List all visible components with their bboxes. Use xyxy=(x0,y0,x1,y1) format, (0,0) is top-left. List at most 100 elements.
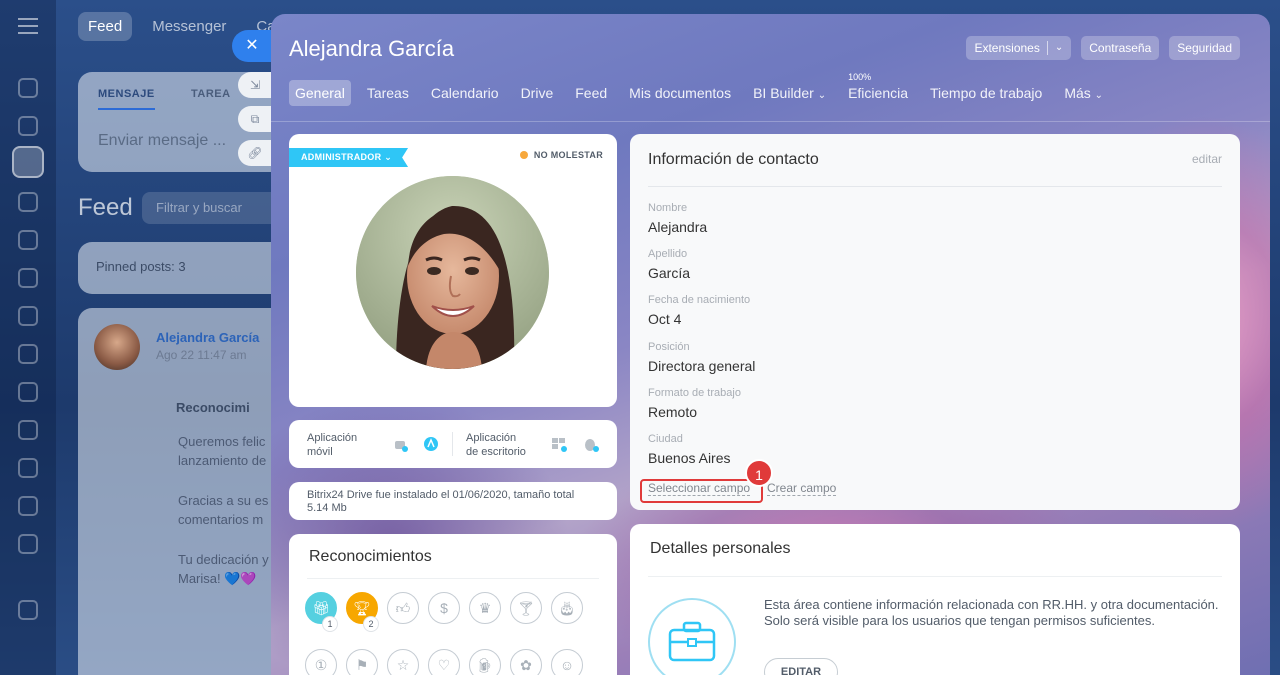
feed-post: Alejandra García Ago 22 11:47 am Reconoc… xyxy=(78,308,298,675)
chevron-down-icon[interactable]: ⌄ xyxy=(1055,36,1063,60)
status-indicator[interactable]: NO MOLESTAR xyxy=(519,150,603,160)
rail-icon[interactable] xyxy=(18,534,38,554)
recognitions-title: Reconocimientos xyxy=(309,548,432,565)
profile-title: Alejandra García xyxy=(289,36,455,61)
drive-info-card: Bitrix24 Drive fue instalado el 01/06/20… xyxy=(289,482,617,520)
rail-icon[interactable] xyxy=(18,344,38,364)
open-new-window-button[interactable]: ⧉ xyxy=(238,106,272,132)
apps-card: Aplicación móvil Aplicación de escritorio xyxy=(289,420,617,468)
smile-badge-icon[interactable]: ☺ xyxy=(551,649,583,675)
heart-badge-icon[interactable]: ♡ xyxy=(428,649,460,675)
windows-icon[interactable] xyxy=(551,436,567,452)
field-label: Posición xyxy=(648,341,690,353)
field-label: Nombre xyxy=(648,202,688,214)
tab-documents[interactable]: Mis documentos xyxy=(623,80,737,106)
tab-feed[interactable]: Feed xyxy=(569,80,613,106)
tab-messenger[interactable]: Messenger xyxy=(142,12,236,41)
field-value: Oct 4 xyxy=(648,311,682,327)
edit-contact-link[interactable]: editar xyxy=(1192,152,1222,166)
rail-icon[interactable] xyxy=(18,306,38,326)
status-label: NO MOLESTAR xyxy=(533,150,603,160)
tab-tasks[interactable]: Tareas xyxy=(361,80,415,106)
thumbs-up-badge-icon[interactable]: 👍︎ xyxy=(387,592,419,624)
edit-personal-button[interactable]: EDITAR xyxy=(764,658,838,675)
post-line: lanzamiento de xyxy=(178,453,267,468)
field-value: Directora general xyxy=(648,358,756,374)
create-field-link[interactable]: Crear campo xyxy=(767,482,837,496)
pinned-posts-label: Pinned posts: 3 xyxy=(96,259,186,274)
rail-mail-icon[interactable] xyxy=(18,382,38,402)
personal-details-card: Detalles personales Esta área contiene i… xyxy=(630,524,1240,675)
briefcase-icon xyxy=(648,598,736,675)
composer-input[interactable]: Enviar mensaje ... xyxy=(98,132,226,150)
rail-icon[interactable] xyxy=(18,78,38,98)
tab-calendar[interactable]: Calendario xyxy=(425,80,505,106)
rail-icon[interactable] xyxy=(18,458,38,478)
personal-details-text: Esta área contiene información relaciona… xyxy=(764,597,1219,628)
flower-badge-icon[interactable]: ✿ xyxy=(510,649,542,675)
role-badge[interactable]: ADMINISTRADOR ⌄ xyxy=(289,148,409,167)
rail-icon[interactable] xyxy=(18,420,38,440)
money-bag-badge-icon[interactable]: $ xyxy=(428,592,460,624)
efficiency-value: 100% xyxy=(848,72,872,82)
post-line: comentarios m xyxy=(178,512,264,527)
post-line: Tu dedicación y xyxy=(178,552,269,567)
extensions-label: Extensiones xyxy=(974,41,1040,55)
rail-icon[interactable] xyxy=(18,192,38,212)
cake-badge-icon[interactable]: 🎂︎ xyxy=(551,592,583,624)
star-badge-icon[interactable]: ☆ xyxy=(387,649,419,675)
extensions-button[interactable]: Extensiones ⌄ xyxy=(966,36,1072,60)
rail-calendar-icon[interactable] xyxy=(18,230,38,250)
tab-bi-builder[interactable]: BI Builder ⌄ xyxy=(747,80,832,106)
role-badge-label: ADMINISTRADOR xyxy=(301,152,382,162)
external-link-icon: ⧉ xyxy=(250,112,260,126)
close-slider-button[interactable]: ✕ xyxy=(232,30,272,62)
copy-link-button[interactable]: 🔗︎ xyxy=(238,140,272,166)
post-line: Reconocimi xyxy=(176,400,250,415)
rail-icon[interactable] xyxy=(18,268,38,288)
rail-icon[interactable] xyxy=(18,496,38,516)
minimize-icon: ⇲ xyxy=(249,78,261,92)
cocktail-badge-icon[interactable]: 🍸︎ xyxy=(510,592,542,624)
tab-feed[interactable]: Feed xyxy=(78,12,133,41)
minimize-button[interactable]: ⇲ xyxy=(238,72,272,98)
tab-efficiency[interactable]: 100% Eficiencia xyxy=(842,72,914,106)
field-value: Alejandra xyxy=(648,219,708,235)
drive-info-text: Bitrix24 Drive fue instalado el 01/06/20… xyxy=(307,489,575,514)
profile-tabs: General Tareas Calendario Drive Feed Mis… xyxy=(289,72,1119,106)
android-icon[interactable] xyxy=(392,436,408,452)
crown-badge-icon[interactable]: ♛ xyxy=(469,592,501,624)
rail-icon[interactable] xyxy=(18,600,38,620)
tab-general[interactable]: General xyxy=(289,80,351,106)
recognitions-card: Reconocimientos 🎁︎ 1 🏆︎ 2 👍︎ $ ♛ 🍸︎ 🎂︎ ① ⚑… xyxy=(289,534,617,675)
apple-icon[interactable] xyxy=(583,436,599,452)
tab-drive[interactable]: Drive xyxy=(515,80,560,106)
left-rail xyxy=(0,0,56,675)
tab-worktime[interactable]: Tiempo de trabajo xyxy=(924,80,1048,106)
link-icon: 🔗︎ xyxy=(247,146,263,160)
chevron-down-icon: ⌄ xyxy=(384,152,393,162)
composer-tab-task[interactable]: TAREA xyxy=(191,88,231,100)
number-one-badge-icon[interactable]: ① xyxy=(305,649,337,675)
field-value: Remoto xyxy=(648,404,698,420)
rail-feed-icon[interactable] xyxy=(12,146,44,178)
tab-bi-builder-label: BI Builder xyxy=(753,85,814,101)
tab-more[interactable]: Más ⌄ xyxy=(1058,80,1109,106)
gift-badge-icon[interactable]: 🎁︎ 1 xyxy=(305,592,338,632)
composer-tab-message[interactable]: MENSAJE xyxy=(98,88,155,110)
rail-icon[interactable] xyxy=(18,116,38,136)
post-author-avatar[interactable] xyxy=(94,324,140,370)
pinned-posts[interactable]: Pinned posts: 3 xyxy=(78,242,298,294)
trophy-badge-icon[interactable]: 🏆︎ 2 xyxy=(346,592,379,632)
beer-badge-icon[interactable]: 🍺︎ xyxy=(469,649,501,675)
menu-icon[interactable] xyxy=(18,18,38,34)
badge-count: 2 xyxy=(363,616,379,632)
filter-input[interactable]: Filtrar y buscar xyxy=(142,192,282,224)
mobile-app-label: Aplicación móvil xyxy=(307,432,358,458)
security-button[interactable]: Seguridad xyxy=(1169,36,1240,60)
post-author-name[interactable]: Alejandra García xyxy=(156,330,259,345)
flag-badge-icon[interactable]: ⚑ xyxy=(346,649,378,675)
avatar[interactable] xyxy=(356,176,549,369)
appstore-icon[interactable] xyxy=(423,436,439,452)
password-button[interactable]: Contraseña xyxy=(1081,36,1160,60)
